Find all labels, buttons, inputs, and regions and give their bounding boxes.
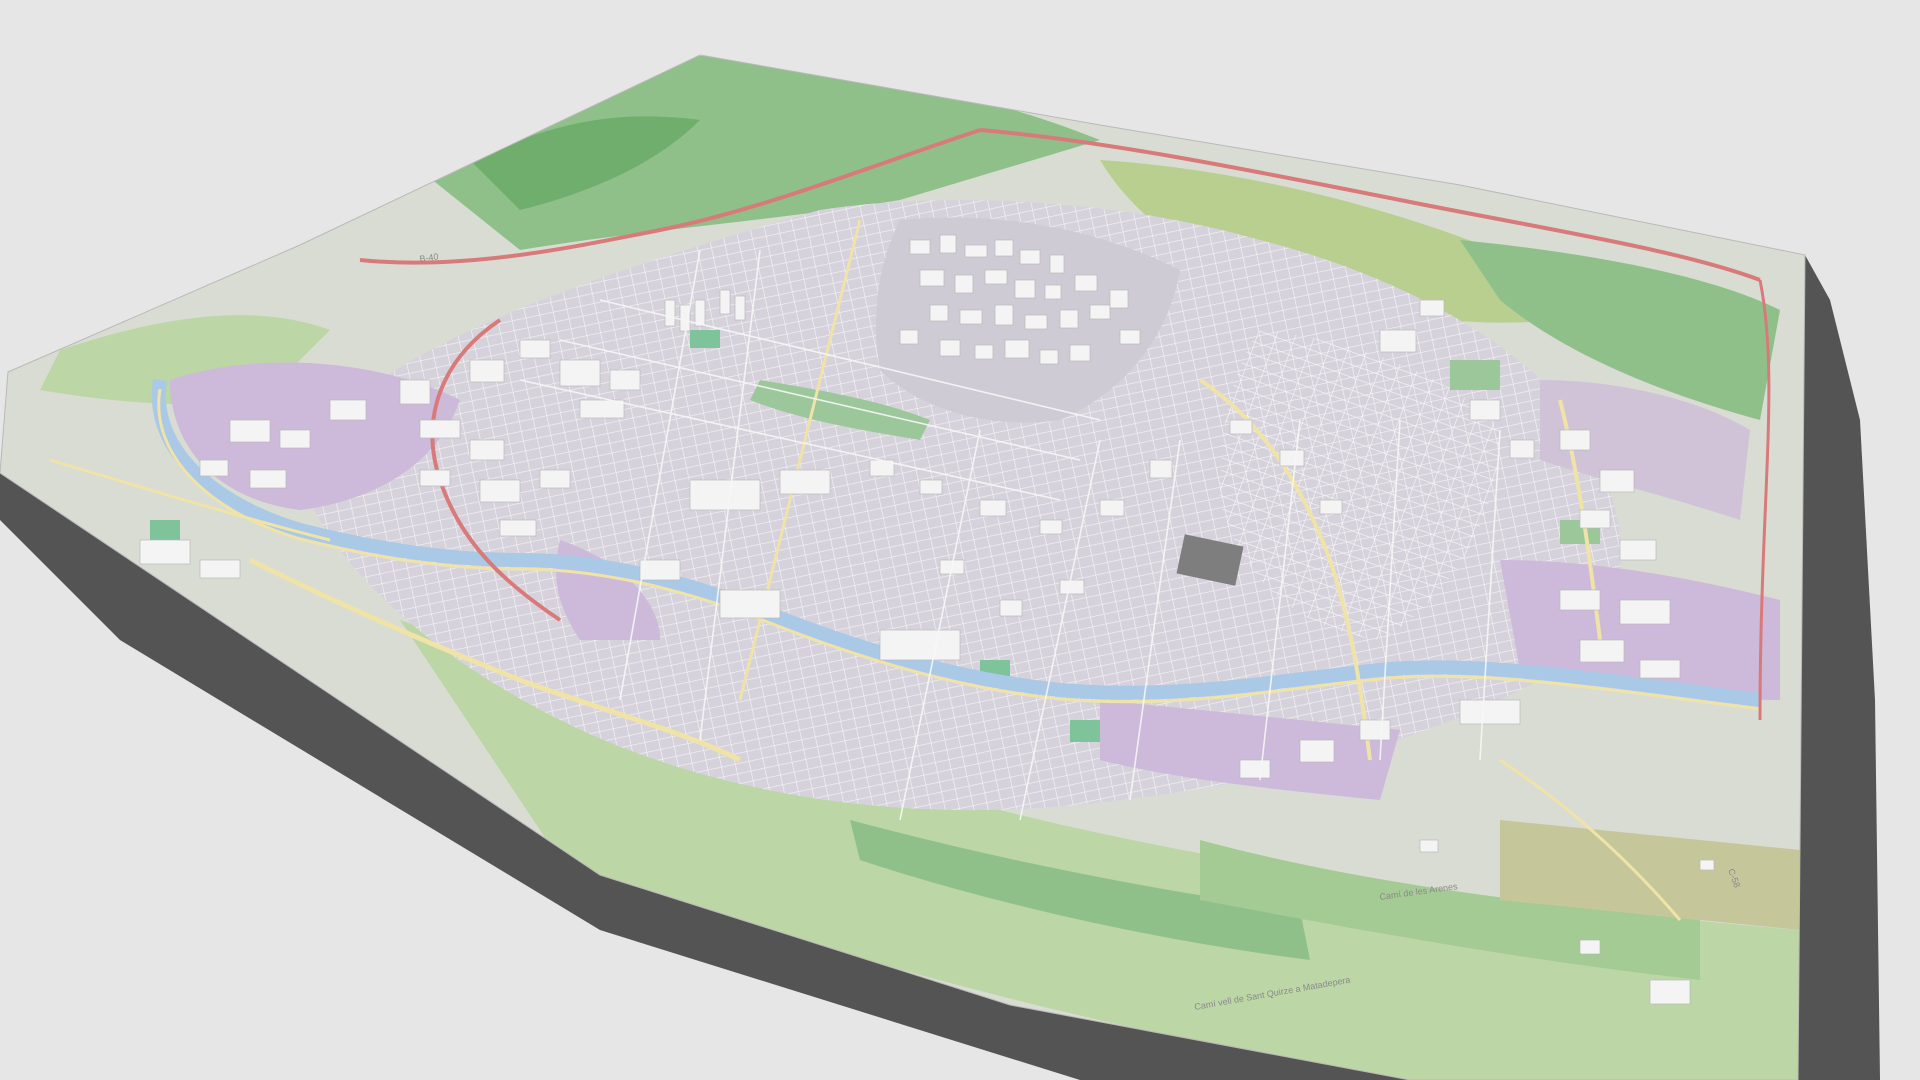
map-surface: Camí vell de Sant Quirze a Matadepera Ca… — [0, 55, 1805, 1080]
3d-map-scene: Camí vell de Sant Quirze a Matadepera Ca… — [0, 54, 1880, 1080]
